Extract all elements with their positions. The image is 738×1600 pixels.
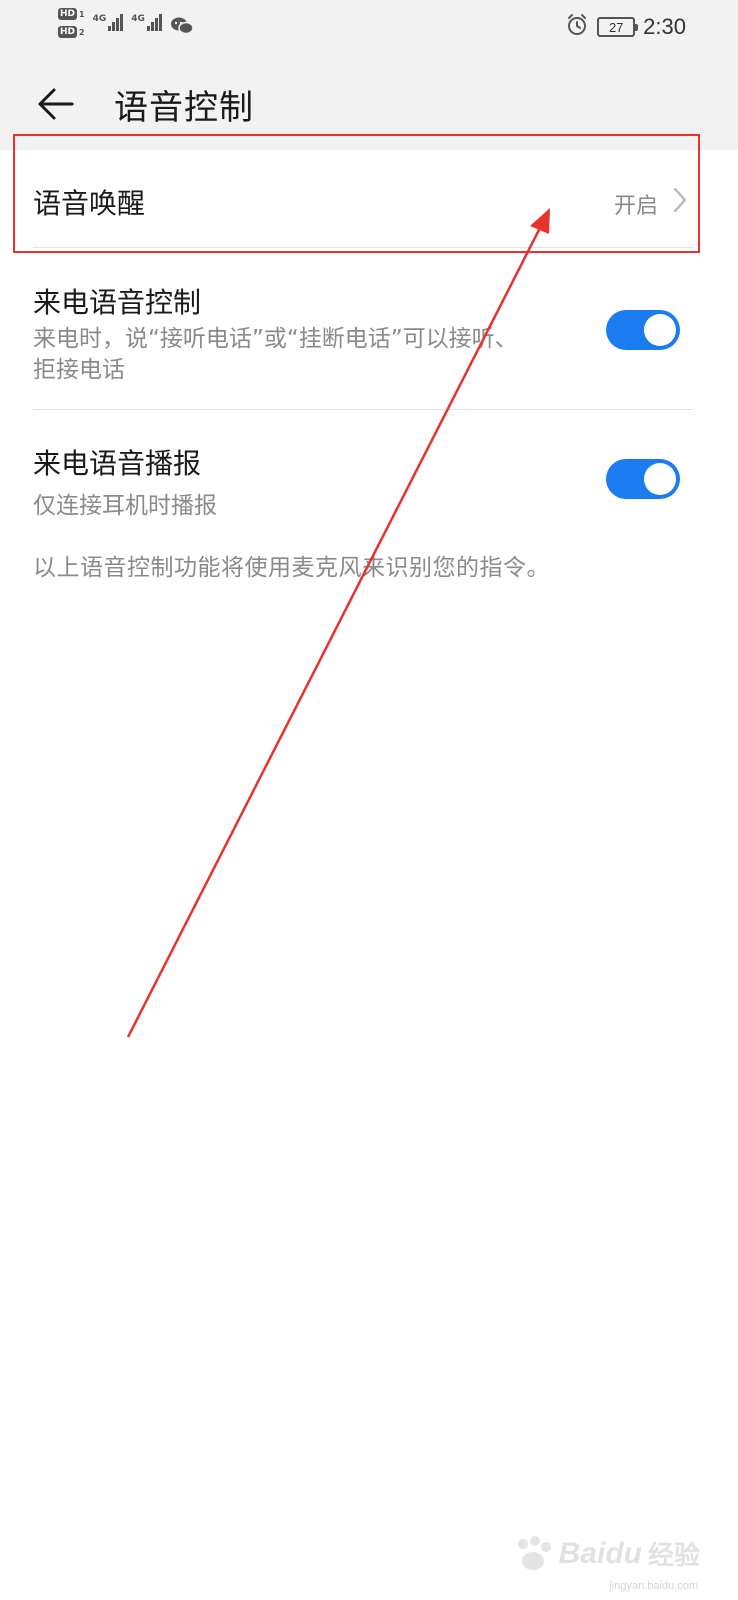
sim2-hd-badge: HD 2 [58,26,85,38]
clock: 2:30 [643,14,686,39]
voice-wake-status: 开启 [613,194,658,219]
alarm-icon [565,13,589,41]
page-title: 语音控制 [114,88,254,128]
voice-wake-label: 语音唤醒 [33,187,146,220]
watermark-logo: Baidu [558,1536,642,1570]
call-voice-control-description: 来电时，说“接听电话”或“挂断电话”可以接听、拒接电话 [33,326,518,383]
toggle-knob [644,314,676,346]
signal-icon-2: 4G [131,14,162,31]
sim-indicators: HD 1 HD 2 [58,8,85,38]
battery-level: 27 [608,19,624,35]
signal-icon: 4G [93,14,124,31]
network-type-2: 4G [131,14,145,24]
back-arrow-icon [38,88,74,120]
toggle-knob [644,463,676,495]
watermark-url: jingyan.baidu.com [609,1580,698,1592]
divider [33,247,693,248]
sim2-hd-label: HD [58,26,78,38]
paw-icon [517,1535,551,1570]
voice-wake-row[interactable]: 语音唤醒 开启 [0,150,738,248]
sim1-hd-label: HD [58,8,78,20]
call-voice-control-row: 来电语音控制 来电时，说“接听电话”或“挂断电话”可以接听、拒接电话 [0,249,738,409]
sim2-number: 2 [79,27,85,37]
battery-icon: 27 [597,17,639,37]
chevron-right-icon [672,186,688,218]
back-button[interactable] [34,82,78,126]
sim1-hd-badge: HD 1 [58,8,85,20]
call-announce-label: 来电语音播报 [33,447,202,480]
status-right: 27 2:30 [565,12,686,42]
call-announce-description: 仅连接耳机时播报 [33,493,217,519]
app-header: 语音控制 [0,60,738,150]
sim1-number: 1 [79,9,85,19]
call-announce-row: 来电语音播报 仅连接耳机时播报 [0,410,738,540]
wechat-icon [170,16,194,40]
watermark-text: 经验 [647,1541,700,1571]
microphone-footnote: 以上语音控制功能将使用麦克风来识别您的指令。 [33,555,550,581]
call-voice-control-toggle[interactable] [606,310,680,350]
baidu-watermark: Baidu 经验 [513,1535,700,1572]
status-bar: HD 1 HD 2 4G 4G 27 2:30 [0,0,738,60]
call-voice-control-label: 来电语音控制 [33,286,202,319]
status-left: HD 1 HD 2 4G 4G [58,8,194,52]
call-announce-toggle[interactable] [606,459,680,499]
network-type-1: 4G [92,14,107,24]
